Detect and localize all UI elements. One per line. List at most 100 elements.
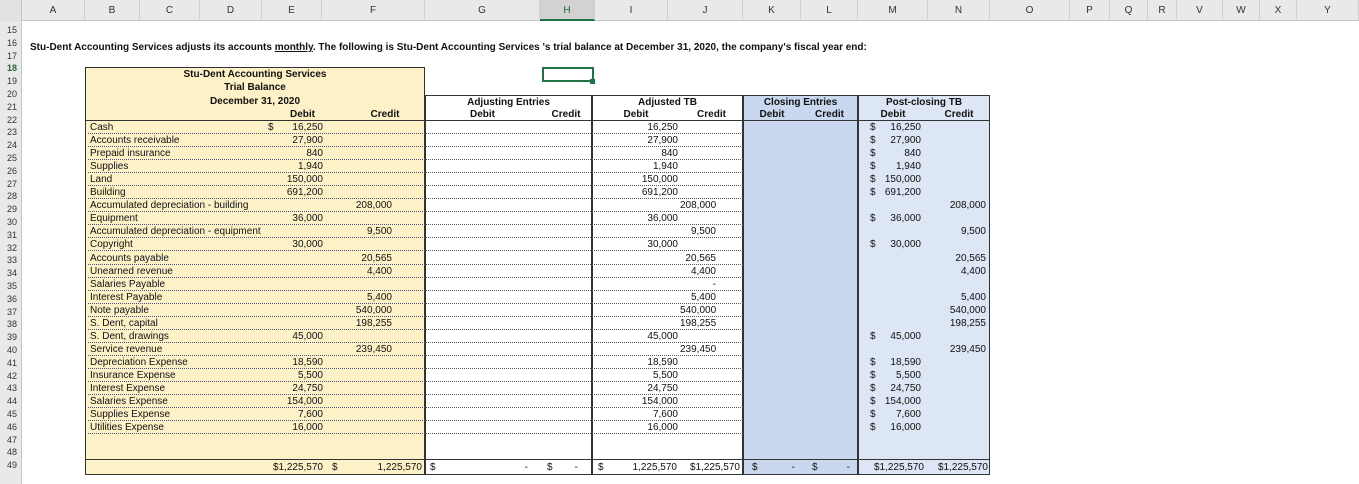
tb-credit: 540,000 <box>355 304 392 316</box>
row-header-16[interactable]: 16 <box>0 37 22 49</box>
row-header-15[interactable]: 15 <box>0 24 22 36</box>
column-header-F[interactable]: F <box>322 0 425 21</box>
row-header-17[interactable]: 17 <box>0 50 22 62</box>
row-header-32[interactable]: 32 <box>0 242 22 254</box>
intro-text-before: Stu-Dent Accounting Services adjusts its… <box>30 42 275 53</box>
account-name: Accounts receivable <box>90 135 180 147</box>
account-name: Interest Expense <box>90 383 166 394</box>
column-header-Q[interactable]: Q <box>1110 0 1148 21</box>
adjusted-credit: 9,500 <box>690 226 716 238</box>
row-header-49[interactable]: 49 <box>0 459 22 471</box>
row-header-43[interactable]: 43 <box>0 382 22 394</box>
row-header-26[interactable]: 26 <box>0 165 22 177</box>
ce-credit-header: Credit <box>815 109 844 120</box>
total-ae-debit-sign: $ <box>430 462 436 473</box>
column-header-M[interactable]: M <box>858 0 928 21</box>
column-header-X[interactable]: X <box>1260 0 1297 21</box>
row-header-23[interactable]: 23 <box>0 126 22 138</box>
column-header-P[interactable]: P <box>1070 0 1110 21</box>
adjusted-credit <box>680 134 716 147</box>
column-header-H[interactable]: H <box>540 0 595 21</box>
pc-dollar-sign: $ <box>870 369 876 381</box>
row-header-39[interactable]: 39 <box>0 331 22 343</box>
row-header-35[interactable]: 35 <box>0 280 22 292</box>
postclosing-credit <box>928 408 986 421</box>
adjusted-credit <box>680 121 716 134</box>
row-header-28[interactable]: 28 <box>0 190 22 202</box>
account-name: Land <box>90 174 113 186</box>
row-header-33[interactable]: 33 <box>0 254 22 266</box>
row-header-24[interactable]: 24 <box>0 139 22 151</box>
row-header-48[interactable]: 48 <box>0 446 22 458</box>
row-header-45[interactable]: 45 <box>0 408 22 420</box>
column-header-E[interactable]: E <box>262 0 322 21</box>
column-header-D[interactable]: D <box>200 0 262 21</box>
fill-handle[interactable] <box>590 79 595 84</box>
tb-debit <box>260 278 323 291</box>
row-header-36[interactable]: 36 <box>0 293 22 305</box>
column-header-R[interactable]: R <box>1148 0 1177 21</box>
tb-credit <box>345 238 392 251</box>
row-header-42[interactable]: 42 <box>0 370 22 382</box>
tb-debit: 154,000 <box>286 396 323 408</box>
postclosing-credit <box>928 382 986 395</box>
row-header-22[interactable]: 22 <box>0 114 22 126</box>
column-header-O[interactable]: O <box>990 0 1070 21</box>
row-header-30[interactable]: 30 <box>0 216 22 228</box>
column-header-J[interactable]: J <box>668 0 743 21</box>
column-header-K[interactable]: K <box>743 0 801 21</box>
account-name: Cash <box>90 122 114 133</box>
row-header-40[interactable]: 40 <box>0 344 22 356</box>
column-header-I[interactable]: I <box>595 0 668 21</box>
tb-debit: 27,900 <box>292 135 323 147</box>
row-header-27[interactable]: 27 <box>0 178 22 190</box>
column-header-B[interactable]: B <box>85 0 140 21</box>
column-header-A[interactable]: A <box>22 0 85 21</box>
row-header-47[interactable]: 47 <box>0 434 22 446</box>
row-header-37[interactable]: 37 <box>0 306 22 318</box>
total-ce-debit-sign: $ <box>752 462 758 473</box>
postclosing-debit: 840 <box>904 148 921 160</box>
account-name: Service revenue <box>90 343 163 355</box>
row-header-21[interactable]: 21 <box>0 101 22 113</box>
row-header-41[interactable]: 41 <box>0 357 22 369</box>
column-header-Y[interactable]: Y <box>1297 0 1359 21</box>
tb-credit <box>345 421 392 434</box>
pc-dollar-sign: $ <box>870 239 876 251</box>
adjusted-credit <box>680 160 716 173</box>
row-header-46[interactable]: 46 <box>0 421 22 433</box>
total-adj-debit: 1,225,570 <box>632 462 678 473</box>
postclosing-credit: 540,000 <box>949 304 986 316</box>
intro-text-underlined: monthly <box>274 42 313 53</box>
ce-debit-header: Debit <box>759 109 785 120</box>
column-header-L[interactable]: L <box>801 0 858 21</box>
tb-credit <box>345 160 392 173</box>
postclosing-debit: 18,590 <box>890 356 921 368</box>
postclosing-credit <box>928 121 986 134</box>
tb-debit: 24,750 <box>292 383 323 394</box>
row-header-25[interactable]: 25 <box>0 152 22 164</box>
row-header-34[interactable]: 34 <box>0 267 22 279</box>
column-header-W[interactable]: W <box>1223 0 1260 21</box>
select-all-corner[interactable] <box>0 0 22 21</box>
total-ae-credit: - <box>574 462 578 473</box>
column-header-G[interactable]: G <box>425 0 540 21</box>
row-header-20[interactable]: 20 <box>0 88 22 100</box>
selected-cell-H18[interactable] <box>542 67 594 82</box>
row-header-44[interactable]: 44 <box>0 395 22 407</box>
column-header-N[interactable]: N <box>928 0 990 21</box>
pc-dollar-sign: $ <box>870 356 876 368</box>
total-ae-credit-sign: $ <box>547 462 553 473</box>
pc-dollar-sign: $ <box>870 174 876 186</box>
column-header-V[interactable]: V <box>1177 0 1223 21</box>
postclosing-credit <box>928 212 986 225</box>
adjusted-debit <box>592 343 678 356</box>
row-header-38[interactable]: 38 <box>0 318 22 330</box>
tb-credit: 20,565 <box>361 252 392 264</box>
adjusted-debit: 150,000 <box>641 174 678 186</box>
row-header-18[interactable]: 18 <box>0 62 22 74</box>
column-header-C[interactable]: C <box>140 0 200 21</box>
row-header-19[interactable]: 19 <box>0 75 22 87</box>
row-header-31[interactable]: 31 <box>0 229 22 241</box>
row-header-29[interactable]: 29 <box>0 203 22 215</box>
